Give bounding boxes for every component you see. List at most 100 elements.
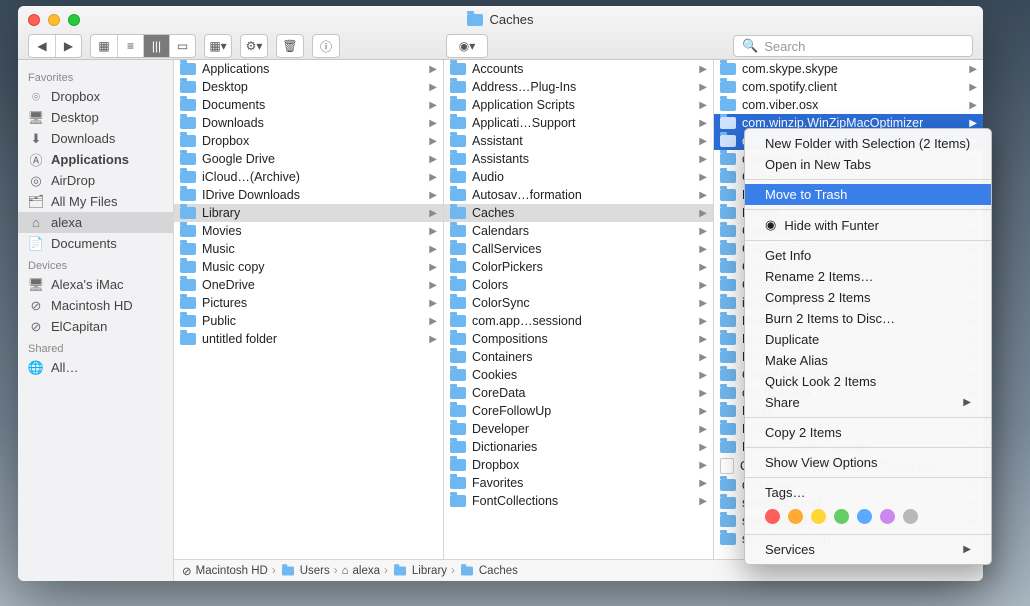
file-row[interactable]: Caches▶ bbox=[444, 204, 713, 222]
menu-item-rename-2-items[interactable]: Rename 2 Items… bbox=[745, 266, 991, 287]
sidebar-item-desktop[interactable]: 🖥Desktop bbox=[18, 107, 173, 128]
sidebar-item-macintosh-hd[interactable]: ⊘Macintosh HD bbox=[18, 295, 173, 316]
file-row[interactable]: com.app…sessiond▶ bbox=[444, 312, 713, 330]
view-list[interactable]: ≡ bbox=[117, 35, 143, 57]
file-row[interactable]: untitled folder▶ bbox=[174, 330, 443, 348]
path-segment[interactable]: Macintosh HD bbox=[196, 565, 268, 577]
file-row[interactable]: com.viber.osx▶ bbox=[714, 96, 983, 114]
file-row[interactable]: Compositions▶ bbox=[444, 330, 713, 348]
tag-color[interactable] bbox=[765, 509, 780, 524]
file-row[interactable]: Address…Plug-Ins▶ bbox=[444, 78, 713, 96]
tag-color[interactable] bbox=[857, 509, 872, 524]
sidebar-item-dropbox[interactable]: ⌾Dropbox bbox=[18, 86, 173, 107]
file-row[interactable]: CoreFollowUp▶ bbox=[444, 402, 713, 420]
sidebar-item-applications[interactable]: ⒶApplications bbox=[18, 149, 173, 170]
sidebar-item-alexa-s-imac[interactable]: 🖥Alexa's iMac bbox=[18, 274, 173, 295]
file-row[interactable]: Library▶ bbox=[174, 204, 443, 222]
menu-item-show-view-options[interactable]: Show View Options bbox=[745, 452, 991, 473]
file-row[interactable]: Application Scripts▶ bbox=[444, 96, 713, 114]
file-row[interactable]: Colors▶ bbox=[444, 276, 713, 294]
file-row[interactable]: Downloads▶ bbox=[174, 114, 443, 132]
file-row[interactable]: OneDrive▶ bbox=[174, 276, 443, 294]
tag-color[interactable] bbox=[903, 509, 918, 524]
file-row[interactable]: Assistants▶ bbox=[444, 150, 713, 168]
folder-icon bbox=[450, 369, 466, 381]
view-icons[interactable]: ▦ bbox=[91, 35, 117, 57]
file-row[interactable]: Cookies▶ bbox=[444, 366, 713, 384]
file-row[interactable]: com.spotify.client▶ bbox=[714, 78, 983, 96]
view-coverflow[interactable]: ▭ bbox=[169, 35, 195, 57]
view-columns[interactable]: ||| bbox=[143, 35, 169, 57]
file-row[interactable]: Containers▶ bbox=[444, 348, 713, 366]
file-row[interactable]: ColorSync▶ bbox=[444, 294, 713, 312]
tag-color[interactable] bbox=[788, 509, 803, 524]
file-row[interactable]: Documents▶ bbox=[174, 96, 443, 114]
file-row[interactable]: Accounts▶ bbox=[444, 60, 713, 78]
file-row[interactable]: Applicati…Support▶ bbox=[444, 114, 713, 132]
file-row[interactable]: Desktop▶ bbox=[174, 78, 443, 96]
file-row[interactable]: iCloud…(Archive)▶ bbox=[174, 168, 443, 186]
file-row[interactable]: com.skype.skype▶ bbox=[714, 60, 983, 78]
file-row[interactable]: Music▶ bbox=[174, 240, 443, 258]
search-field[interactable]: 🔍 Search bbox=[733, 35, 973, 57]
menu-item-services[interactable]: Services▶ bbox=[745, 539, 991, 560]
file-row[interactable]: Pictures▶ bbox=[174, 294, 443, 312]
sidebar-item-elcapitan[interactable]: ⊘ElCapitan bbox=[18, 316, 173, 337]
menu-item-new-folder-with-selection-2-items[interactable]: New Folder with Selection (2 Items) bbox=[745, 133, 991, 154]
arrange-button[interactable]: ▦▾ bbox=[204, 34, 232, 58]
path-segment[interactable]: alexa bbox=[353, 565, 381, 577]
file-row[interactable]: Autosav…formation▶ bbox=[444, 186, 713, 204]
menu-item-duplicate[interactable]: Duplicate bbox=[745, 329, 991, 350]
file-row[interactable]: Calendars▶ bbox=[444, 222, 713, 240]
tag-color[interactable] bbox=[811, 509, 826, 524]
file-row[interactable]: IDrive Downloads▶ bbox=[174, 186, 443, 204]
menu-item-get-info[interactable]: Get Info bbox=[745, 245, 991, 266]
menu-item-hide-with-funter[interactable]: ◉Hide with Funter bbox=[745, 214, 991, 236]
quicklook-button[interactable]: ◉▾ bbox=[446, 34, 488, 58]
sidebar-item-airdrop[interactable]: ◎AirDrop bbox=[18, 170, 173, 191]
folder-icon bbox=[720, 533, 736, 545]
menu-item-make-alias[interactable]: Make Alias bbox=[745, 350, 991, 371]
file-row[interactable]: CoreData▶ bbox=[444, 384, 713, 402]
tag-color[interactable] bbox=[834, 509, 849, 524]
file-row[interactable]: Public▶ bbox=[174, 312, 443, 330]
path-segment[interactable]: Library bbox=[412, 565, 447, 577]
file-row[interactable]: Dictionaries▶ bbox=[444, 438, 713, 456]
file-row[interactable]: CallServices▶ bbox=[444, 240, 713, 258]
menu-item-burn-2-items-to-disc[interactable]: Burn 2 Items to Disc… bbox=[745, 308, 991, 329]
action-button[interactable]: ⚙▾ bbox=[240, 34, 268, 58]
menu-item-compress-2-items[interactable]: Compress 2 Items bbox=[745, 287, 991, 308]
file-row[interactable]: Assistant▶ bbox=[444, 132, 713, 150]
file-row[interactable]: Audio▶ bbox=[444, 168, 713, 186]
file-row[interactable]: Google Drive▶ bbox=[174, 150, 443, 168]
file-row[interactable]: Dropbox▶ bbox=[174, 132, 443, 150]
menu-item-share[interactable]: Share▶ bbox=[745, 392, 991, 413]
sidebar-item-all-[interactable]: 🌐All… bbox=[18, 357, 173, 378]
file-row[interactable]: Dropbox▶ bbox=[444, 456, 713, 474]
menu-item-open-in-new-tabs[interactable]: Open in New Tabs bbox=[745, 154, 991, 175]
sidebar-item-label: Alexa's iMac bbox=[51, 277, 124, 292]
path-segment[interactable]: Users bbox=[300, 565, 330, 577]
menu-item-copy-2-items[interactable]: Copy 2 Items bbox=[745, 422, 991, 443]
file-row[interactable]: Applications▶ bbox=[174, 60, 443, 78]
sidebar-item-documents[interactable]: 📄Documents bbox=[18, 233, 173, 254]
info-button[interactable]: ⓘ bbox=[312, 34, 340, 58]
sidebar-item-downloads[interactable]: ⬇Downloads bbox=[18, 128, 173, 149]
menu-item-move-to-trash[interactable]: Move to Trash bbox=[745, 184, 991, 205]
menu-item-quick-look-2-items[interactable]: Quick Look 2 Items bbox=[745, 371, 991, 392]
sidebar-item-all-my-files[interactable]: 🗂All My Files bbox=[18, 191, 173, 212]
file-row[interactable]: FontCollections▶ bbox=[444, 492, 713, 510]
chevron-right-icon: ▶ bbox=[429, 262, 437, 273]
file-row[interactable]: Music copy▶ bbox=[174, 258, 443, 276]
sidebar-item-alexa[interactable]: ⌂alexa bbox=[18, 212, 173, 233]
trash-button[interactable]: 🗑 bbox=[276, 34, 304, 58]
tag-color[interactable] bbox=[880, 509, 895, 524]
file-row[interactable]: ColorPickers▶ bbox=[444, 258, 713, 276]
menu-item-tags[interactable]: Tags… bbox=[745, 482, 991, 503]
file-row[interactable]: Movies▶ bbox=[174, 222, 443, 240]
back-button[interactable]: ◀ bbox=[29, 35, 55, 57]
path-segment[interactable]: Caches bbox=[479, 565, 518, 577]
file-row[interactable]: Favorites▶ bbox=[444, 474, 713, 492]
forward-button[interactable]: ▶ bbox=[55, 35, 81, 57]
file-row[interactable]: Developer▶ bbox=[444, 420, 713, 438]
